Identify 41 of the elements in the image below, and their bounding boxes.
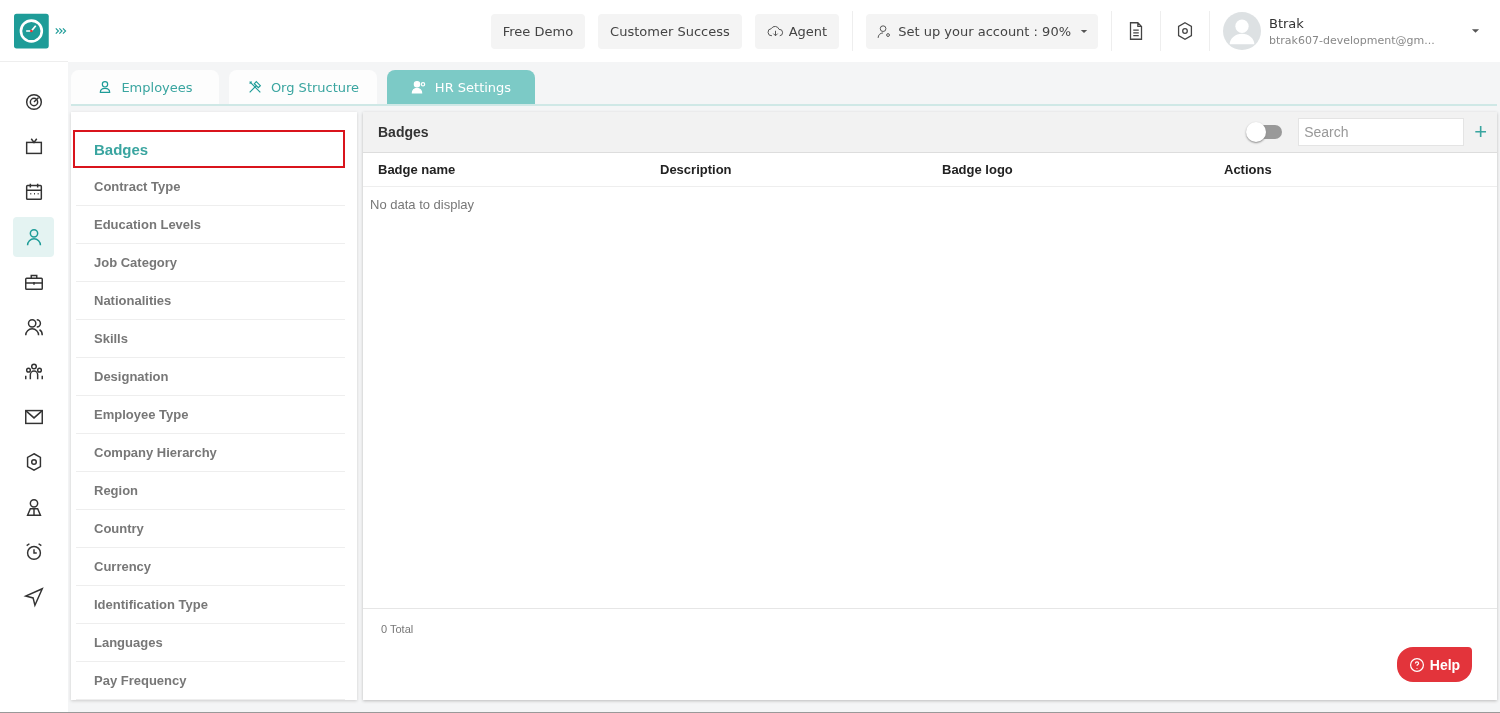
header-button[interactable]: Customer Success <box>598 13 742 49</box>
help-icon <box>1408 656 1425 673</box>
agent-button[interactable]: Agent <box>754 13 840 49</box>
settings-menu-item[interactable]: Languages <box>76 624 345 662</box>
settings-menu-item[interactable]: Country <box>76 510 345 548</box>
settings-menu-item[interactable]: Company Hierarchy <box>76 434 345 472</box>
tab[interactable]: Org Structure <box>229 70 377 104</box>
add-button[interactable]: + <box>1472 121 1489 143</box>
settings-menu-item[interactable]: Skills <box>76 320 345 358</box>
empty-message: No data to display <box>370 197 475 212</box>
column-header: Description <box>660 162 732 177</box>
column-header: Badge name <box>378 162 456 177</box>
column-header: Actions <box>1224 162 1272 177</box>
caret-icon[interactable] <box>1471 28 1480 34</box>
send-icon <box>22 586 45 608</box>
total-count: 0 Total <box>381 623 414 635</box>
panel-title: Badges <box>378 124 430 140</box>
settings-menu-item[interactable]: Currency <box>76 548 345 586</box>
user-settings-icon <box>410 79 427 95</box>
user-email: btrak607-development@gm... <box>1269 33 1436 47</box>
settings-menu-item[interactable]: Pay Frequency <box>76 662 345 700</box>
tab[interactable]: Employees <box>71 70 219 104</box>
settings-menu-item[interactable]: Region <box>76 472 345 510</box>
settings-menu-item[interactable]: Identification Type <box>76 586 345 624</box>
search-field[interactable]: Search <box>1298 118 1465 146</box>
settings-menu-item[interactable]: Job Category <box>76 244 345 282</box>
settings-menu-item[interactable]: Nationalities <box>76 282 345 320</box>
header-button[interactable]: Free Demo <box>490 13 586 49</box>
help-button[interactable]: Help <box>1397 647 1472 682</box>
users-icon <box>22 316 45 338</box>
column-header: Badge logo <box>942 162 1013 177</box>
settings-menu-item[interactable]: Contract Type <box>76 168 345 206</box>
toggle-switch[interactable] <box>1248 125 1283 139</box>
settings-menu-item[interactable]: Badges <box>73 130 345 168</box>
settings-menu-item[interactable]: Employee Type <box>76 396 345 434</box>
expand-icon[interactable] <box>53 25 68 36</box>
setup-account-button[interactable]: Set up your account : 90% <box>866 13 1098 49</box>
settings-menu-item[interactable]: Education Levels <box>76 206 345 244</box>
caret-icon <box>1080 28 1088 34</box>
settings-menu-item[interactable]: Designation <box>76 358 345 396</box>
user-name: Btrak <box>1269 15 1305 31</box>
